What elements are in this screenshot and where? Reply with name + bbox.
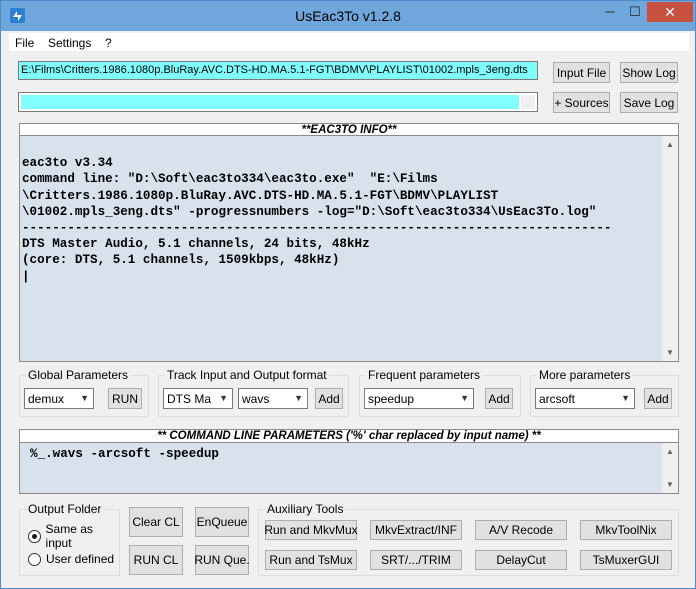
run-cl-button[interactable]: RUN CL (129, 545, 183, 575)
chevron-down-icon: ▼ (80, 393, 89, 403)
radio-same-as-input-label: Same as input (45, 522, 93, 550)
run-queue-button[interactable]: RUN Que. (194, 545, 250, 575)
track-input-value: DTS Ma (167, 392, 212, 406)
global-parameters-value: demux (28, 392, 65, 406)
run-tsmux-button[interactable]: Run and TsMux (265, 550, 357, 570)
delaycut-button[interactable]: DelayCut (475, 550, 567, 570)
info-line: | (22, 269, 30, 284)
more-parameters-label: More parameters (537, 368, 633, 382)
run-mkvmux-button[interactable]: Run and MkvMux (264, 520, 358, 540)
global-parameters-group: Global Parameters demux ▼ RUN (19, 368, 149, 417)
mkvtoolnix-button[interactable]: MkvToolNix (580, 520, 672, 540)
track-format-group: Track Input and Output format DTS Ma ▼ w… (158, 368, 349, 417)
frequent-add-button[interactable]: Add (485, 388, 513, 409)
command-line-text: %_.wavs -arcsoft -speedup (30, 447, 219, 461)
add-sources-button[interactable]: + Sources (553, 92, 610, 113)
global-parameters-label: Global Parameters (26, 368, 131, 382)
scroll-up-icon[interactable]: ▲ (662, 443, 678, 460)
close-button[interactable]: ✕ (647, 2, 693, 22)
menu-help[interactable]: ? (105, 36, 112, 50)
menu-bar: File Settings ? (9, 33, 689, 51)
sources-field[interactable] (18, 92, 538, 112)
more-add-button[interactable]: Add (644, 388, 672, 409)
enqueue-button[interactable]: EnQueue (195, 507, 249, 537)
radio-user-defined-label: User defined (46, 552, 115, 566)
info-line: command line: "D:\Soft\eac3to334\eac3to.… (22, 172, 438, 187)
sources-field-scroll[interactable] (521, 95, 535, 109)
track-input-combo[interactable]: DTS Ma ▼ (163, 388, 233, 409)
track-output-value: wavs (242, 392, 270, 406)
info-scrollbar[interactable]: ▲ ▼ (661, 136, 678, 361)
chevron-down-icon: ▼ (621, 393, 630, 403)
info-line: (core: DTS, 5.1 channels, 1509kbps, 48kH… (22, 253, 340, 268)
clear-cl-button[interactable]: Clear CL (129, 507, 183, 537)
output-folder-group: Output Folder Same as input User defined (19, 502, 120, 576)
radio-user-defined[interactable]: User defined (28, 552, 114, 566)
show-log-button[interactable]: Show Log (620, 62, 678, 83)
info-line: eac3to v3.34 (22, 156, 113, 171)
radio-same-as-input[interactable]: Same as input (28, 522, 119, 550)
scroll-down-icon[interactable]: ▼ (662, 476, 678, 493)
info-line: \01002.mpls_3eng.dts" -progressnumbers -… (22, 204, 597, 219)
chevron-down-icon: ▼ (294, 393, 303, 403)
sources-field-value (21, 95, 519, 109)
info-line: \Critters.1986.1080p.BluRay.AVC.DTS-HD.M… (22, 188, 499, 203)
info-line: DTS Master Audio, 5.1 channels, 24 bits,… (22, 237, 370, 252)
info-line: ----------------------------------------… (22, 221, 612, 236)
output-folder-label: Output Folder (26, 502, 104, 516)
command-scrollbar[interactable]: ▲ ▼ (661, 443, 678, 493)
auxiliary-tools-group: Auxiliary Tools Run and MkvMux MkvExtrac… (258, 502, 679, 576)
input-path-field[interactable]: E:\Films\Critters.1986.1080p.BluRay.AVC.… (18, 61, 538, 80)
scroll-down-icon[interactable]: ▼ (662, 344, 678, 361)
frequent-parameters-label: Frequent parameters (366, 368, 483, 382)
auxiliary-tools-label: Auxiliary Tools (265, 502, 346, 516)
scroll-up-icon[interactable]: ▲ (662, 136, 678, 153)
global-run-button[interactable]: RUN (108, 388, 142, 409)
maximize-button[interactable]: ☐ (622, 2, 648, 22)
radio-off-icon (28, 552, 41, 566)
tsmuxergui-button[interactable]: TsMuxerGUI (580, 550, 672, 570)
more-parameters-group: More parameters arcsoft ▼ Add (530, 368, 679, 417)
frequent-parameters-value: speedup (368, 392, 415, 406)
chevron-down-icon: ▼ (219, 393, 228, 403)
frequent-parameters-combo[interactable]: speedup ▼ (364, 388, 474, 409)
more-parameters-value: arcsoft (539, 392, 576, 406)
command-line-panel[interactable]: %_.wavs -arcsoft -speedup ▲ ▼ (19, 442, 679, 494)
title-bar[interactable]: UsEac3To v1.2.8 ─ ☐ ✕ (1, 1, 695, 31)
track-add-button[interactable]: Add (315, 388, 343, 409)
info-text: eac3to v3.34 command line: "D:\Soft\eac3t… (22, 139, 656, 317)
global-parameters-combo[interactable]: demux ▼ (24, 388, 94, 409)
command-header: ** COMMAND LINE PARAMETERS ('%' char rep… (19, 429, 679, 443)
frequent-parameters-group: Frequent parameters speedup ▼ Add (359, 368, 521, 417)
av-recode-button[interactable]: A/V Recode (475, 520, 567, 540)
minimize-button[interactable]: ─ (597, 2, 623, 22)
window-title: UsEac3To v1.2.8 (295, 8, 401, 24)
app-window: UsEac3To v1.2.8 ─ ☐ ✕ File Settings ? E:… (0, 0, 696, 589)
more-parameters-combo[interactable]: arcsoft ▼ (535, 388, 635, 409)
menu-settings[interactable]: Settings (48, 36, 91, 50)
srt-trim-button[interactable]: SRT/.../TRIM (370, 550, 462, 570)
input-file-button[interactable]: Input File (553, 62, 610, 83)
track-format-label: Track Input and Output format (165, 368, 329, 382)
mkvextract-button[interactable]: MkvExtract/INF (370, 520, 462, 540)
radio-on-icon (28, 529, 41, 543)
track-output-combo[interactable]: wavs ▼ (238, 388, 308, 409)
info-panel[interactable]: eac3to v3.34 command line: "D:\Soft\eac3t… (19, 135, 679, 362)
save-log-button[interactable]: Save Log (620, 92, 678, 113)
chevron-down-icon: ▼ (460, 393, 469, 403)
menu-file[interactable]: File (15, 36, 34, 50)
client-area: File Settings ? E:\Films\Critters.1986.1… (9, 31, 689, 582)
